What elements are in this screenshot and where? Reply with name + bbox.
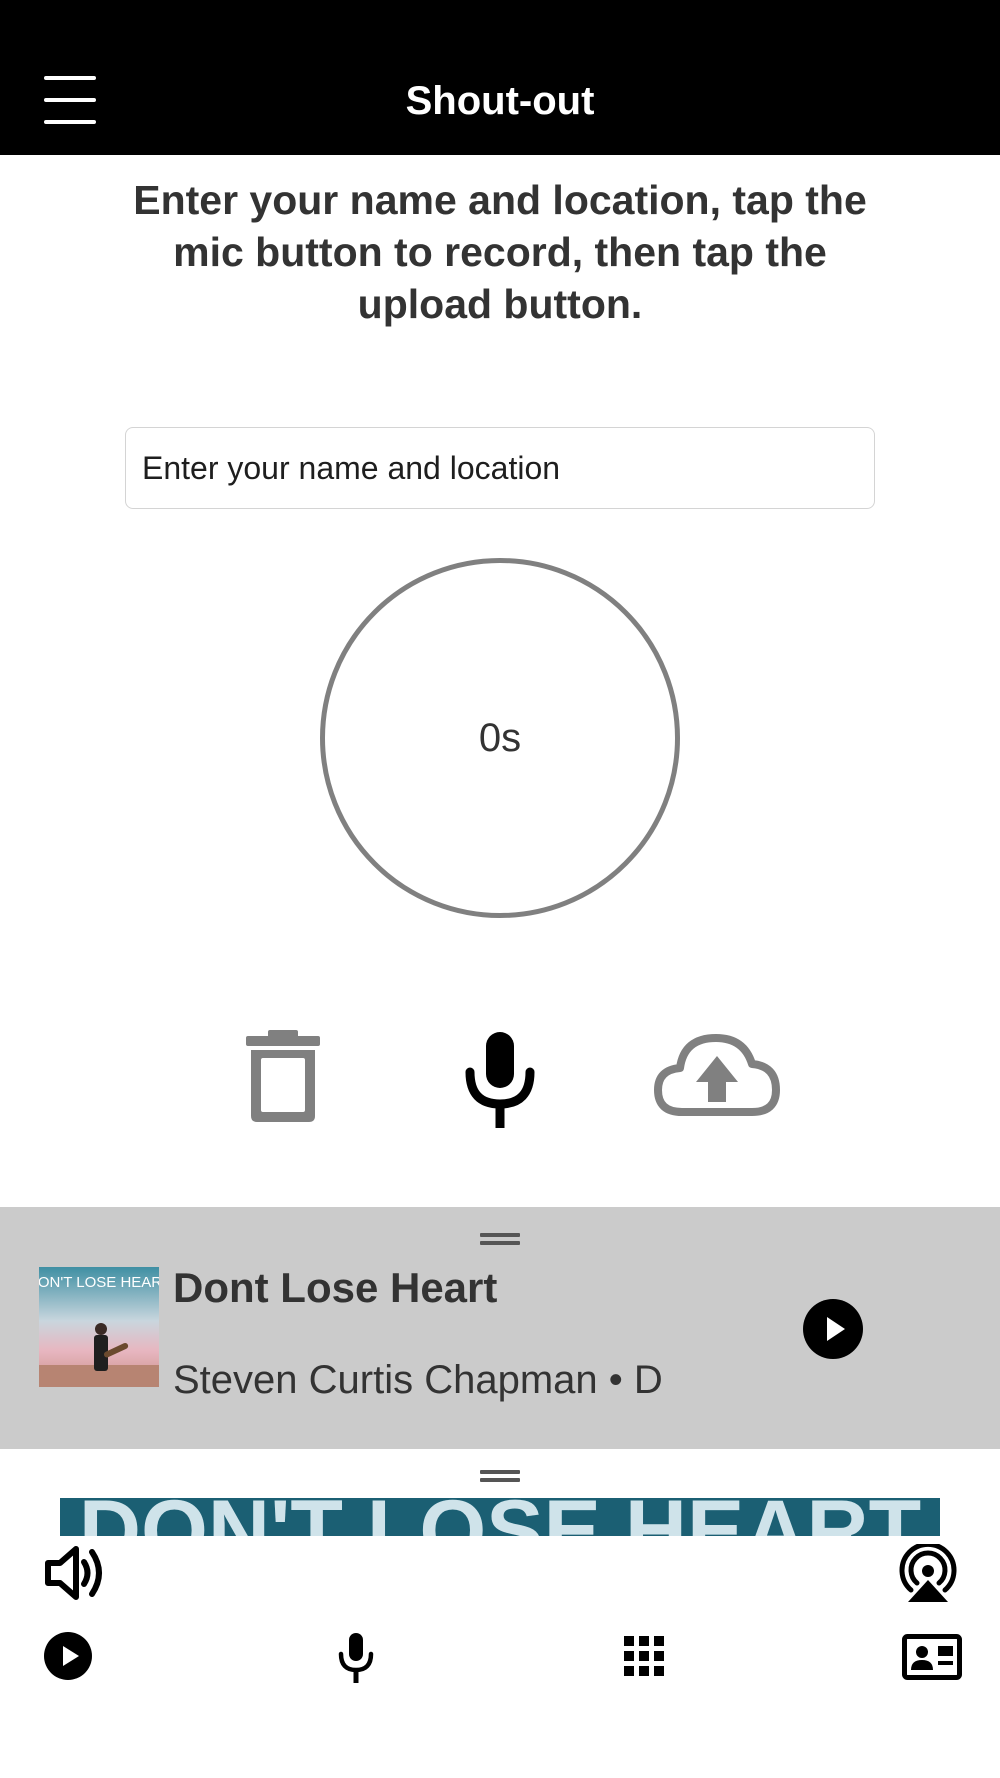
tab-contact[interactable]: [902, 1634, 962, 1680]
trash-icon: [246, 1030, 320, 1122]
track-title: Dont Lose Heart: [173, 1264, 498, 1311]
play-circle-icon[interactable]: [803, 1299, 863, 1359]
instructions-text: Enter your name and location, tap the mi…: [133, 177, 867, 327]
drag-handle[interactable]: [480, 1233, 520, 1245]
recording-timer-circle: 0s: [320, 558, 680, 918]
volume-button[interactable]: [44, 1544, 106, 1602]
svg-text:DON'T LOSE HEART: DON'T LOSE HEART: [79, 1498, 921, 1536]
contact-card-icon: [902, 1634, 962, 1680]
play-circle-icon: [44, 1632, 92, 1680]
microphone-icon: [465, 1032, 535, 1128]
name-location-input[interactable]: [125, 427, 875, 509]
record-mic-button[interactable]: [462, 1030, 538, 1130]
track-artist: Steven Curtis Chapman • D: [173, 1358, 663, 1402]
cloud-upload-icon: [654, 1034, 780, 1116]
delete-recording-button[interactable]: [244, 1028, 322, 1124]
tab-shout-out[interactable]: [338, 1632, 374, 1684]
tab-player[interactable]: [44, 1632, 92, 1680]
shout-out-screen: Shout-out Enter your name and location, …: [0, 0, 1000, 1778]
drag-handle[interactable]: [480, 1470, 520, 1482]
airplay-button[interactable]: [898, 1541, 958, 1604]
grid-icon: [624, 1636, 664, 1676]
svg-text:DON'T LOSE HEART: DON'T LOSE HEART: [39, 1274, 159, 1291]
airplay-icon: [899, 1541, 957, 1602]
now-playing-bar[interactable]: DON'T LOSE HEART Dont Lose Heart Steven …: [0, 1207, 1000, 1449]
top-app-bar: Shout-out: [0, 0, 1000, 155]
upload-button[interactable]: [654, 1032, 780, 1118]
microphone-icon: [338, 1633, 374, 1683]
album-art: DON'T LOSE HEART: [39, 1267, 159, 1387]
elapsed-time: 0s: [478, 715, 522, 760]
page-title: Shout-out: [405, 79, 595, 123]
speaker-icon: [45, 1546, 102, 1600]
album-banner: DON'T LOSE HEART: [60, 1498, 940, 1536]
tab-menu-grid[interactable]: [624, 1636, 664, 1676]
